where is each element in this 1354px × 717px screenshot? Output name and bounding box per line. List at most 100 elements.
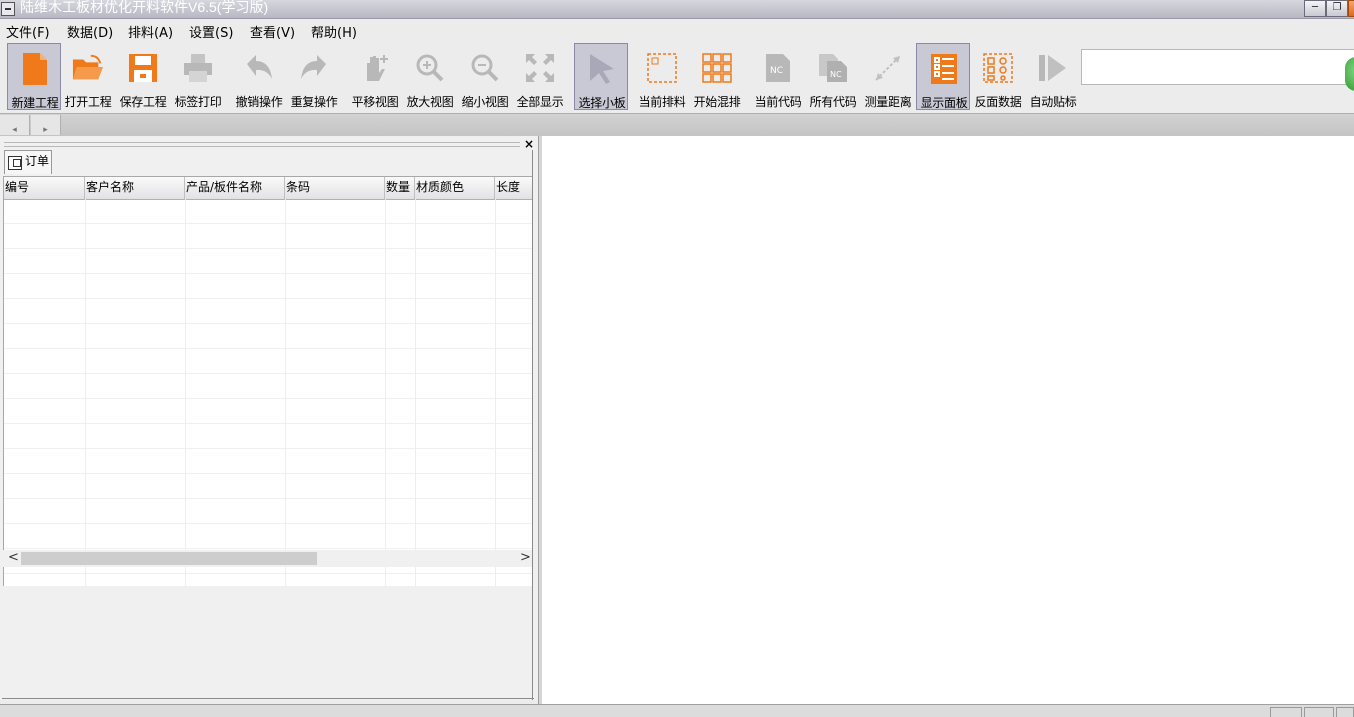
menu-settings[interactable]: 设置(S) xyxy=(189,22,233,41)
toolbar-label: 重复操作 xyxy=(290,95,338,109)
grid-line xyxy=(185,199,186,586)
table-row[interactable] xyxy=(4,449,532,474)
panel-grip[interactable] xyxy=(4,142,520,147)
current-nesting-button[interactable]: 当前排料 xyxy=(635,43,689,110)
zoom-in-icon xyxy=(414,51,446,85)
new-project-button[interactable]: 新建工程 xyxy=(7,43,61,110)
save-disk-icon xyxy=(127,51,159,85)
show-panel-button[interactable]: 显示面板 xyxy=(916,43,970,110)
table-row[interactable] xyxy=(4,399,532,424)
zoom-in-button[interactable]: 放大视图 xyxy=(403,43,457,110)
column-header-material[interactable]: 材质颜色 xyxy=(415,177,495,199)
toolbar-label: 测量距离 xyxy=(864,95,912,109)
mixed-nesting-icon xyxy=(701,51,733,85)
new-document-icon xyxy=(19,52,51,86)
current-nesting-icon xyxy=(646,51,678,85)
current-code-button[interactable]: NC 当前代码 xyxy=(751,43,805,110)
table-row[interactable] xyxy=(4,424,532,449)
horizontal-scrollbar[interactable]: < > xyxy=(3,550,533,567)
toolbar-label: 新建工程 xyxy=(11,96,59,110)
table-row[interactable] xyxy=(4,324,532,349)
toolbar-label: 选择小板 xyxy=(578,96,626,110)
table-header: 编号 客户名称 产品/板件名称 条码 数量 材质颜色 长度 xyxy=(4,177,532,200)
menu-help[interactable]: 帮助(H) xyxy=(311,22,357,41)
column-header-barcode[interactable]: 条码 xyxy=(285,177,385,199)
layout-canvas[interactable] xyxy=(542,136,1354,704)
table-row[interactable] xyxy=(4,224,532,249)
svg-text:NC: NC xyxy=(830,70,842,79)
printer-icon xyxy=(182,51,214,85)
menu-data[interactable]: 数据(D) xyxy=(67,22,113,41)
undo-button[interactable]: 撤销操作 xyxy=(232,43,286,110)
toolbar-label: 缩小视图 xyxy=(461,95,509,109)
open-folder-icon xyxy=(72,51,104,85)
menu-nesting[interactable]: 排料(A) xyxy=(128,22,173,41)
select-panel-button[interactable]: 选择小板 xyxy=(574,43,628,110)
zoom-out-button[interactable]: 缩小视图 xyxy=(458,43,512,110)
grid-line xyxy=(385,199,386,586)
measure-distance-button[interactable]: 测量距离 xyxy=(861,43,915,110)
table-row[interactable] xyxy=(4,524,532,549)
svg-text:NC: NC xyxy=(770,66,783,76)
minimize-button[interactable]: ─ xyxy=(1304,0,1326,17)
pan-view-button[interactable]: 平移视图 xyxy=(348,43,402,110)
menu-file[interactable]: 文件(F) xyxy=(6,22,50,41)
system-menu-icon[interactable] xyxy=(1,2,15,16)
table-row[interactable] xyxy=(4,474,532,499)
column-header-id[interactable]: 编号 xyxy=(4,177,85,199)
order-icon xyxy=(8,156,22,170)
zoom-out-icon xyxy=(469,51,501,85)
table-row[interactable] xyxy=(4,249,532,274)
undo-icon xyxy=(243,51,275,85)
toolbar-label: 当前代码 xyxy=(754,95,802,109)
title-bar: 陆维木工板材优化开料软件V6.5(学习版) ─ ❐ xyxy=(0,0,1354,19)
table-row[interactable] xyxy=(4,349,532,374)
restore-button[interactable]: ❐ xyxy=(1326,0,1348,17)
show-panel-icon xyxy=(928,52,960,86)
open-project-button[interactable]: 打开工程 xyxy=(61,43,115,110)
toolbar-label: 当前排料 xyxy=(638,95,686,109)
column-header-customer[interactable]: 客户名称 xyxy=(85,177,185,199)
reverse-data-button[interactable]: 反面数据 xyxy=(971,43,1025,110)
redo-button[interactable]: 重复操作 xyxy=(287,43,341,110)
nav-strip: ◂ ▸ xyxy=(0,113,1354,136)
grid-line xyxy=(285,199,286,586)
auto-label-button[interactable]: 自动贴标 xyxy=(1026,43,1080,110)
nav-next-button[interactable]: ▸ xyxy=(31,115,61,135)
scrollbar-thumb[interactable] xyxy=(21,552,317,565)
tab-order[interactable]: 订单 xyxy=(4,150,52,174)
select-pointer-icon xyxy=(586,52,618,86)
all-code-button[interactable]: NC 所有代码 xyxy=(806,43,860,110)
column-header-length[interactable]: 长度 xyxy=(495,177,532,199)
panel-border xyxy=(2,698,534,699)
toolbar: 新建工程 打开工程 保存工程 标签打印 撤销操作 重复操作 平移视图 放大视图 … xyxy=(0,41,1354,113)
redo-icon xyxy=(298,51,330,85)
column-header-quantity[interactable]: 数量 xyxy=(385,177,415,199)
toolbar-input[interactable] xyxy=(1081,49,1354,85)
reverse-data-icon xyxy=(982,51,1014,85)
fit-all-icon xyxy=(524,51,556,85)
start-mixed-nesting-button[interactable]: 开始混排 xyxy=(690,43,744,110)
menu-bar: 文件(F) 数据(D) 排料(A) 设置(S) 查看(V) 帮助(H) xyxy=(0,19,1354,42)
toolbar-label: 打开工程 xyxy=(64,95,112,109)
toolbar-label: 保存工程 xyxy=(119,95,167,109)
panel-close-button[interactable]: × xyxy=(524,137,534,151)
table-row[interactable] xyxy=(4,199,532,224)
table-row[interactable] xyxy=(4,274,532,299)
fit-all-button[interactable]: 全部显示 xyxy=(513,43,567,110)
menu-view[interactable]: 查看(V) xyxy=(250,22,295,41)
close-button[interactable] xyxy=(1348,0,1354,17)
scroll-right-arrow[interactable]: > xyxy=(520,550,531,565)
pan-hand-icon xyxy=(359,51,391,85)
column-header-product[interactable]: 产品/板件名称 xyxy=(185,177,285,199)
table-row[interactable] xyxy=(4,299,532,324)
scroll-left-arrow[interactable]: < xyxy=(8,550,19,565)
table-row[interactable] xyxy=(4,499,532,524)
label-print-button[interactable]: 标签打印 xyxy=(171,43,225,110)
save-project-button[interactable]: 保存工程 xyxy=(116,43,170,110)
toolbar-label: 放大视图 xyxy=(406,95,454,109)
order-panel: × 订单 编号 客户名称 产品/板件名称 条码 数量 材质颜色 长度 < > xyxy=(0,136,538,700)
toolbar-label: 全部显示 xyxy=(516,95,564,109)
nav-prev-button[interactable]: ◂ xyxy=(0,115,30,135)
table-row[interactable] xyxy=(4,374,532,399)
